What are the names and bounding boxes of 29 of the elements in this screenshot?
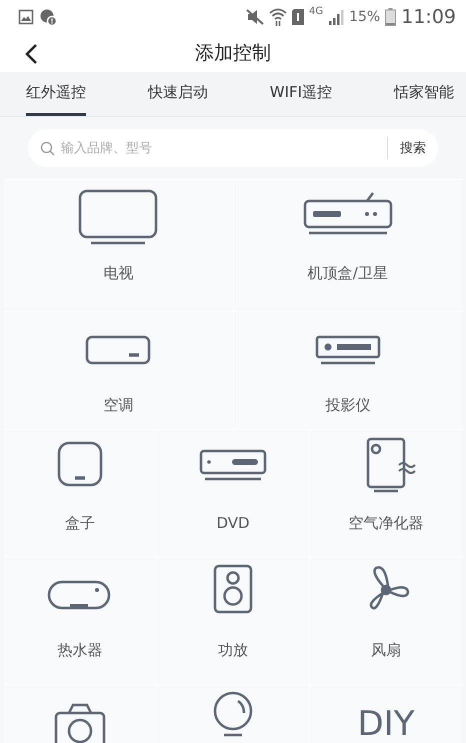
- clock: 11:09: [401, 6, 456, 28]
- device-label: 功放: [218, 641, 248, 660]
- battery-percent: 15%: [349, 8, 380, 25]
- tab[interactable]: WIFI遥控: [270, 72, 332, 116]
- device-label: 盒子: [65, 514, 95, 533]
- notification-icon: [39, 8, 57, 26]
- device-label: 风扇: [371, 641, 401, 660]
- signal-icon: [328, 8, 344, 25]
- diy-label: DIY: [358, 707, 414, 741]
- device-label: 机顶盒/卫星: [308, 264, 388, 283]
- tab[interactable]: 快速启动: [148, 72, 208, 116]
- network-type: 4G: [308, 6, 324, 17]
- wifi-icon: [268, 8, 287, 26]
- sim-icon: [292, 8, 304, 25]
- image-icon: [18, 8, 34, 25]
- device-label: 投影仪: [325, 396, 370, 415]
- page-title: 添加控制: [195, 40, 271, 66]
- device-label: 电视: [103, 264, 134, 283]
- search-button[interactable]: 搜索: [400, 139, 426, 157]
- mute-icon: [246, 8, 264, 25]
- search-field[interactable]: 输入品牌、型号 搜索: [28, 129, 438, 167]
- search-icon: [40, 140, 55, 156]
- device-label: 热水器: [58, 641, 102, 660]
- device-label: DVD: [216, 514, 250, 532]
- device-label: 空调: [103, 396, 134, 415]
- tab[interactable]: 红外遥控: [26, 72, 86, 116]
- battery-icon: [385, 8, 396, 26]
- device-label: 空气净化器: [348, 514, 424, 533]
- tab[interactable]: 恬家智能: [394, 72, 454, 116]
